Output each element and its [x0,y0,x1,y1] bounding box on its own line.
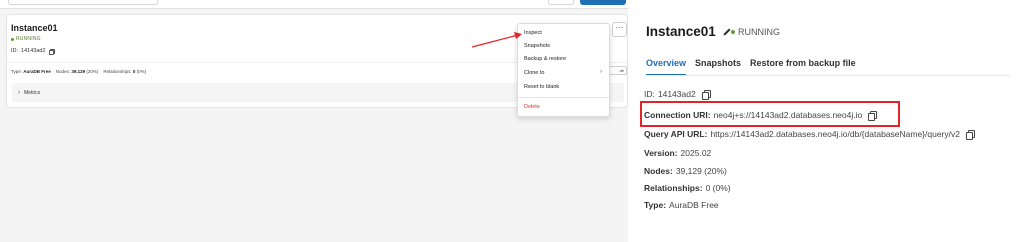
query-api-url-label: Query API URL: [644,129,708,139]
detail-relationships: Relationships: 0 (0%) [644,183,731,193]
chevron-right-icon: › [600,69,602,75]
toolbar-button[interactable] [548,0,574,5]
version-label: Version: [644,148,678,158]
menu-item-delete[interactable]: Delete [524,104,540,110]
tab-bar: Overview Snapshots Restore from backup f… [646,58,865,76]
annotation-arrow-icon [471,32,522,48]
query-api-url-value: https://14143ad2.databases.neo4j.io/db/{… [710,129,960,139]
tab-overview[interactable]: Overview [646,58,687,76]
more-options-button[interactable]: ··· [612,22,627,37]
id-value: 14143ad2 [21,48,46,54]
instance-title: Instance01 [646,24,716,39]
instance-details-panel: Instance01 RUNNING Overview Snapshots Re… [628,0,1024,242]
copy-icon[interactable] [701,90,711,100]
metrics-label: Metrics [24,89,41,96]
nodes-value: 39,129 (20%) [675,166,727,176]
page-title: Instance01 [646,24,732,39]
id-value: 14143ad2 [657,89,696,99]
search-input[interactable] [8,0,158,5]
version-value: 2025.02 [680,148,712,158]
stat-nodes: Nodes: 39,129 (20%) [55,69,99,74]
nodes-label: Nodes: [644,166,673,176]
id-label: ID: [644,89,655,99]
status-dot-icon [11,37,14,41]
detail-nodes: Nodes: 39,129 (20%) [644,166,727,176]
copy-icon[interactable] [965,130,975,140]
relationships-label: Relationships: [644,183,703,193]
detail-version: Version: 2025.02 [644,148,711,158]
instance-stats: Type: AuraDB Free Nodes: 39,129 (20%) Re… [11,69,146,74]
type-label: Type: [644,200,667,210]
tab-underline [646,75,1010,76]
type-value: AuraDB Free [669,200,719,210]
menu-item-clone-to[interactable]: Clone to [524,70,545,76]
chevron-right-icon: › [18,89,20,96]
menu-item-backup-restore[interactable]: Backup & restore [524,56,566,62]
instance-id: ID: 14143ad2 [11,48,55,56]
stat-type: Type: AuraDB Free [11,69,51,74]
detail-type: Type: AuraDB Free [644,200,719,210]
instances-panel: Instance01 RUNNING ID: 14143ad2 Type: Au… [0,0,628,242]
tab-snapshots[interactable]: Snapshots [695,58,741,76]
tab-restore-from-backup[interactable]: Restore from backup file [750,58,856,76]
menu-item-inspect[interactable]: Inspect [524,30,542,36]
detail-id: ID: 14143ad2 [644,89,711,100]
status-badge: RUNNING [731,27,780,37]
instance-name: Instance01 [11,23,58,33]
menu-divider [518,97,609,98]
status-text: RUNNING [16,36,41,42]
top-toolbar [0,0,628,9]
relationships-value: 0 (0%) [705,183,731,193]
primary-button[interactable] [580,0,626,5]
open-button[interactable]: de [609,66,627,75]
menu-item-reset-to-blank[interactable]: Reset to blank [524,84,559,90]
status-dot-icon [731,30,735,34]
status-text: RUNNING [738,27,780,37]
instance-actions-menu: Inspect Snapshots Backup & restore Clone… [517,23,610,117]
copy-icon[interactable] [48,48,55,56]
stat-relationships: Relationships: 0 (0%) [103,69,147,74]
annotation-highlight-box [640,101,900,127]
id-label: ID: [11,48,19,54]
status-badge: RUNNING [11,36,41,42]
detail-query-api-url: Query API URL: https://14143ad2.database… [644,129,975,140]
menu-item-snapshots[interactable]: Snapshots [524,43,550,49]
